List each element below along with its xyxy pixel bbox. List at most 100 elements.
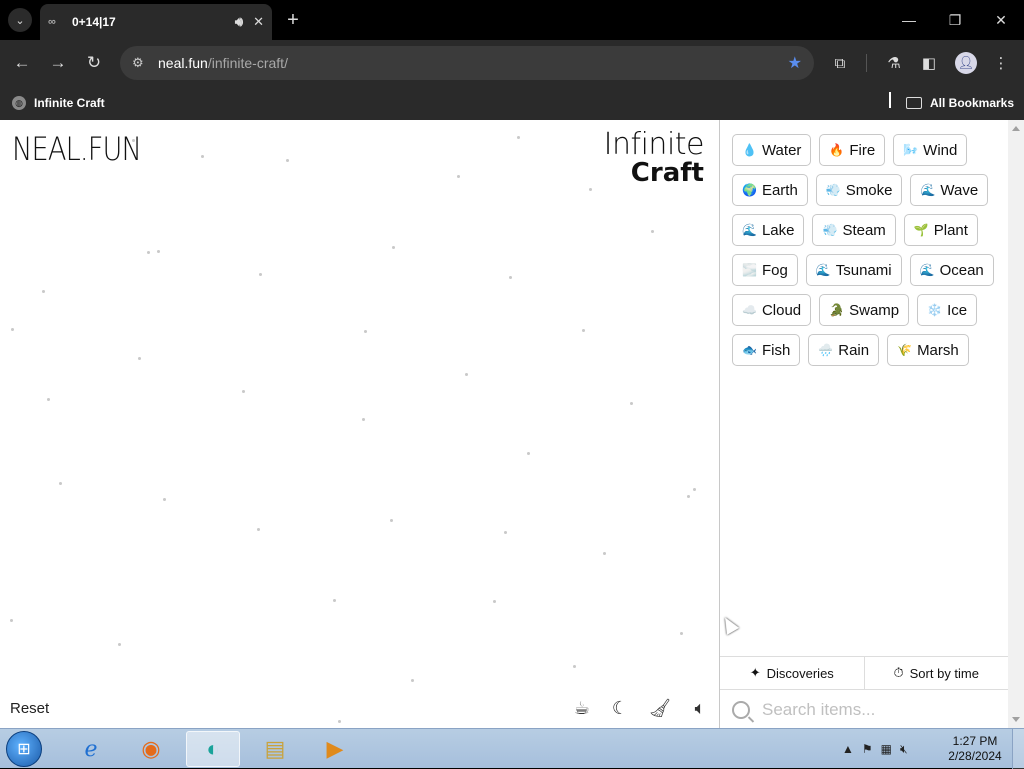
dark-mode-moon-icon[interactable]: ☾ (608, 696, 632, 720)
clear-broom-icon[interactable]: 🧹︎ (648, 696, 672, 720)
element-item-lake[interactable]: 🌊 Lake (732, 214, 805, 246)
element-emoji-icon: 🌍 (742, 183, 757, 197)
element-item-plant[interactable]: 🌱 Plant (903, 214, 978, 246)
file-explorer-icon[interactable]: ▤ (248, 731, 302, 767)
media-player-icon[interactable]: ▶ (308, 731, 362, 767)
side-panel-icon[interactable]: ◧ (918, 52, 940, 74)
element-emoji-icon: 🐊 (829, 303, 845, 317)
sound-icon[interactable]: 🔈︎ (688, 696, 712, 720)
bookmark-infinite-craft[interactable]: ◍ Infinite Craft (12, 93, 105, 113)
clock-time: 1:27 PM (952, 734, 998, 748)
tab-search-button[interactable]: ⌄ (8, 8, 32, 32)
site-info-icon[interactable]: ⚙ (132, 55, 158, 71)
sidebar-tabs: ✦ Discoveries ⏱ Sort by time (720, 657, 1008, 690)
element-item-marsh[interactable]: 🌾 Marsh (887, 334, 969, 366)
element-item-earth[interactable]: 🌍 Earth (732, 174, 808, 206)
neal-fun-logo[interactable]: NEAL.FUN (12, 130, 142, 168)
bg-dot (362, 418, 365, 421)
scroll-up-arrow-icon[interactable] (1012, 126, 1020, 131)
edge-browser-icon[interactable]: ◐ (186, 731, 240, 767)
page-content: NEAL.FUN Infinite Craft Reset ☕︎ ☾ 🧹︎ 🔈︎… (0, 120, 1024, 728)
bg-dot (118, 643, 121, 646)
back-button[interactable]: ← (9, 50, 35, 76)
network-icon[interactable]: ▦ (881, 742, 892, 756)
reload-button[interactable]: ↻ (81, 50, 107, 76)
bg-dot (333, 599, 336, 602)
element-item-fire[interactable]: 🔥 Fire (819, 134, 886, 166)
all-bookmarks-button[interactable]: All Bookmarks (906, 93, 1014, 113)
profile-avatar-icon[interactable]: 👤︎ (955, 52, 977, 74)
close-window-button[interactable]: ✕ (978, 0, 1024, 40)
extensions-icon[interactable]: ⧉ (829, 52, 851, 74)
element-item-tsunami[interactable]: 🌊 Tsunami (805, 254, 902, 286)
bg-dot (680, 632, 683, 635)
bg-dot (242, 390, 245, 393)
search-input[interactable] (762, 700, 982, 720)
firefox-icon[interactable]: ◉ (124, 731, 178, 767)
element-item-swamp[interactable]: 🐊 Swamp (819, 294, 910, 326)
volume-muted-icon[interactable]: 🔇︎ (900, 742, 908, 757)
element-item-fish[interactable]: 🐟 Fish (732, 334, 801, 366)
bg-dot (630, 402, 633, 405)
bg-dot (392, 246, 395, 249)
element-label: Marsh (917, 341, 959, 359)
bg-dot (147, 251, 150, 254)
tab-title: 0+14|17 (72, 15, 116, 29)
element-item-ice[interactable]: ❄️ Ice (917, 294, 978, 326)
discoveries-button[interactable]: ✦ Discoveries (720, 657, 864, 689)
menu-kebab-icon[interactable]: ⋮ (990, 52, 1012, 74)
restore-button[interactable]: ❐ (932, 0, 978, 40)
bg-dot (286, 159, 289, 162)
tab-strip: ⌄ ∞ 0+14|17 🔊︎ ✕ + — ❐ ✕ (0, 0, 1024, 40)
internet-explorer-icon[interactable]: ℯ (64, 731, 118, 767)
element-item-smoke[interactable]: 💨 Smoke (815, 174, 903, 206)
element-emoji-icon: 🌫️ (742, 263, 757, 277)
bg-dot (517, 136, 520, 139)
element-emoji-icon: 🌊 (742, 223, 757, 237)
element-item-water[interactable]: 💧 Water (732, 134, 812, 166)
bg-dot (390, 519, 393, 522)
taskbar-clock[interactable]: 1:27 PM 2/28/2024 (940, 734, 1010, 764)
bg-dot (257, 528, 260, 531)
element-item-wind[interactable]: 🌬️ Wind (893, 134, 968, 166)
element-item-wave[interactable]: 🌊 Wave (910, 174, 989, 206)
clock-date: 2/28/2024 (948, 749, 1002, 763)
element-item-steam[interactable]: 💨 Steam (812, 214, 896, 246)
start-button[interactable]: ⊞ (6, 731, 42, 767)
element-label: Smoke (845, 181, 893, 199)
close-tab-icon[interactable]: ✕ (253, 14, 264, 30)
tray-expand-icon[interactable]: ▲ (842, 742, 854, 756)
show-desktop-button[interactable] (1012, 729, 1024, 769)
element-item-rain[interactable]: 🌧️ Rain (808, 334, 880, 366)
bg-dot (465, 373, 468, 376)
url-text[interactable]: neal.fun/infinite-craft/ (158, 55, 788, 71)
new-tab-button[interactable]: + (282, 8, 304, 32)
element-item-cloud[interactable]: ☁️ Cloud (732, 294, 812, 326)
craft-canvas[interactable]: NEAL.FUN Infinite Craft Reset ☕︎ ☾ 🧹︎ 🔈︎ (0, 120, 720, 728)
scroll-down-arrow-icon[interactable] (1012, 717, 1020, 722)
element-item-ocean[interactable]: 🌊 Ocean (909, 254, 994, 286)
element-item-fog[interactable]: 🌫️ Fog (732, 254, 798, 286)
page-scrollbar[interactable] (1008, 120, 1024, 728)
element-label: Ocean (939, 261, 984, 279)
action-center-flag-icon[interactable]: ⚑ (862, 742, 873, 756)
minimize-button[interactable]: — (886, 0, 932, 40)
browser-tab[interactable]: ∞ 0+14|17 🔊︎ ✕ (40, 4, 272, 40)
element-label: Wave (940, 181, 979, 199)
element-label: Fish (761, 341, 791, 359)
forward-button[interactable]: → (45, 50, 71, 76)
speaker-icon[interactable]: 🔊︎ (235, 14, 243, 30)
address-bar[interactable]: ⚙ neal.fun/infinite-craft/ ★ (120, 46, 814, 80)
reset-button[interactable]: Reset (10, 700, 49, 717)
bg-dot (589, 188, 592, 191)
sort-by-time-button[interactable]: ⏱ Sort by time (863, 657, 1009, 689)
bookmark-star-icon[interactable]: ★ (788, 53, 802, 73)
element-emoji-icon: 💨 (822, 223, 838, 237)
labs-flask-icon[interactable]: ⚗ (883, 52, 905, 74)
coffee-cup-icon[interactable]: ☕︎ (570, 696, 594, 720)
element-label: Steam (842, 221, 886, 239)
element-label: Water (761, 141, 802, 159)
element-emoji-icon: 🌊 (815, 263, 831, 277)
bg-dot (259, 273, 262, 276)
element-label: Cloud (761, 301, 802, 319)
